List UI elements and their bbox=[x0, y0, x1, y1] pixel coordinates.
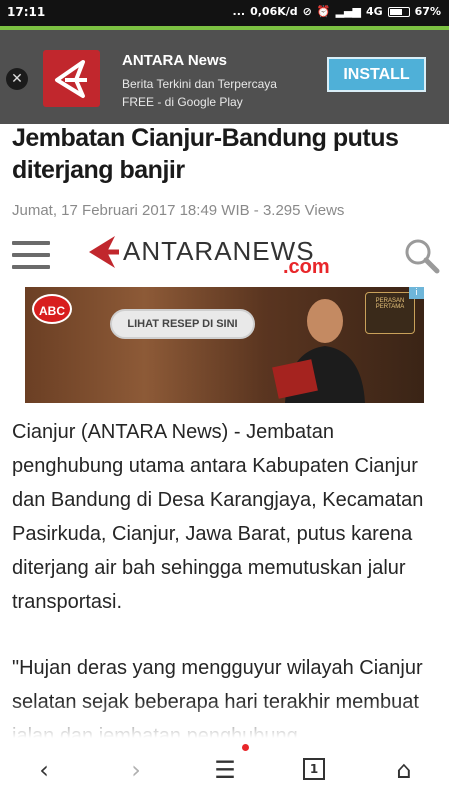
mute-icon: ⊘ bbox=[302, 5, 312, 18]
menu-icon[interactable]: ☰ bbox=[210, 756, 240, 784]
network-speed: 0,06K/d bbox=[250, 5, 298, 18]
abc-logo: ABC bbox=[32, 294, 72, 324]
antaranews-logo[interactable]: ANTARANEWS .com bbox=[87, 232, 357, 278]
battery-icon bbox=[387, 6, 410, 17]
logo-suffix: .com bbox=[283, 256, 330, 278]
install-button[interactable]: INSTALL bbox=[327, 57, 426, 92]
hamburger-menu-icon[interactable] bbox=[12, 241, 50, 269]
notification-dot bbox=[242, 744, 249, 751]
article-paragraph: Cianjur (ANTARA News) - Jembatan penghub… bbox=[12, 421, 424, 613]
ad-chef-image bbox=[270, 291, 380, 403]
status-bar: 17:11 ... 0,06K/d ⊘ ⏰ ▂▄▆ 4G 67% bbox=[0, 0, 449, 26]
notification-dots: ... bbox=[232, 5, 246, 18]
ad-info-icon[interactable]: i bbox=[409, 287, 424, 299]
scroll-fade bbox=[0, 700, 449, 740]
network-type: 4G bbox=[365, 5, 383, 18]
forward-icon[interactable]: › bbox=[121, 756, 151, 784]
tabs-icon[interactable]: 1 bbox=[303, 758, 325, 780]
app-tagline-line2: FREE - di Google Play bbox=[122, 95, 243, 109]
home-icon[interactable]: ⌂ bbox=[389, 756, 419, 784]
battery-level: 67% bbox=[414, 5, 441, 18]
ad-cta-button[interactable]: LIHAT RESEP DI SINI bbox=[110, 309, 255, 339]
status-icons: ... 0,06K/d ⊘ ⏰ ▂▄▆ 4G 67% bbox=[233, 5, 441, 18]
back-icon[interactable]: ‹ bbox=[29, 756, 59, 784]
search-icon[interactable] bbox=[404, 238, 440, 274]
status-time: 17:11 bbox=[7, 5, 46, 19]
ad-badge: PERASAN PERTAMA bbox=[365, 292, 415, 334]
close-banner-button[interactable]: ✕ bbox=[6, 68, 28, 90]
app-install-banner: ✕ ANTARA News Berita Terkini dan Terperc… bbox=[0, 30, 449, 124]
alarm-icon: ⏰ bbox=[316, 5, 331, 18]
app-tagline: Berita Terkini dan Terpercaya FREE - di … bbox=[122, 75, 277, 111]
antara-app-icon[interactable] bbox=[43, 50, 100, 107]
signal-icon: ▂▄▆ bbox=[335, 5, 361, 18]
app-name: ANTARA News bbox=[122, 52, 228, 69]
article-title: Jembatan Cianjur-Bandung putus diterjang… bbox=[12, 124, 399, 184]
app-tagline-line1: Berita Terkini dan Terpercaya bbox=[122, 77, 277, 91]
advertisement[interactable]: ABC LIHAT RESEP DI SINI PERASAN PERTAMA … bbox=[25, 287, 424, 403]
article-meta: Jumat, 17 Februari 2017 18:49 WIB - 3.29… bbox=[12, 202, 345, 219]
browser-bottom-nav: ‹ › ☰ 1 ⌂ bbox=[0, 740, 449, 799]
